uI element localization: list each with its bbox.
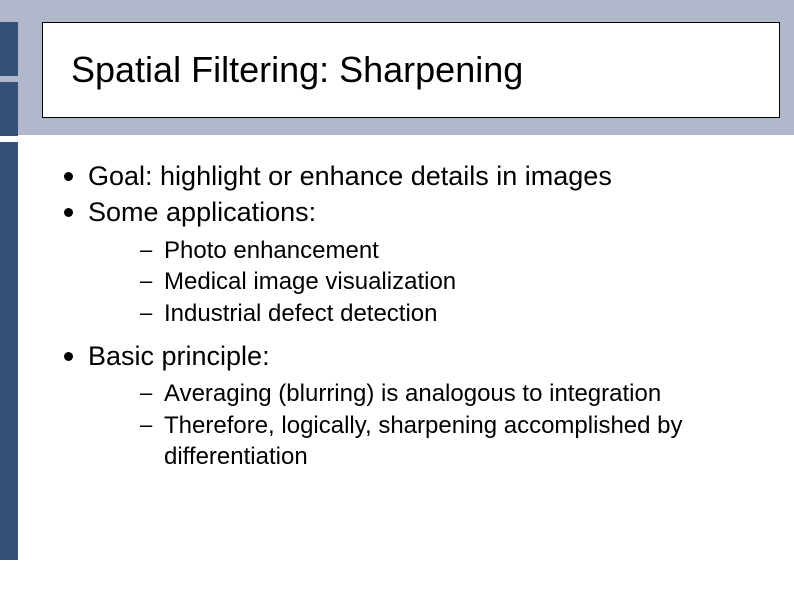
sub-list: Averaging (blurring) is analogous to int… [88,379,768,472]
bullet-text: Photo enhancement [164,237,379,264]
list-item: Some applications: Photo enhancement Med… [58,196,768,330]
slide: Spatial Filtering: Sharpening Goal: high… [0,0,794,595]
rail-segment [0,142,18,560]
bullet-list: Goal: highlight or enhance details in im… [58,160,768,473]
bullet-text: Goal: highlight or enhance details in im… [88,161,612,191]
list-item: Industrial defect detection [140,299,768,330]
list-item: Therefore, logically, sharpening accompl… [140,411,768,472]
content-area: Goal: highlight or enhance details in im… [58,160,768,483]
rail-segment [0,22,18,76]
list-item: Goal: highlight or enhance details in im… [58,160,768,194]
bullet-text: Therefore, logically, sharpening accompl… [164,412,683,470]
bullet-text: Averaging (blurring) is analogous to int… [164,380,661,407]
list-item: Averaging (blurring) is analogous to int… [140,379,768,410]
sub-list: Photo enhancement Medical image visualiz… [88,236,768,330]
rail-segment [0,82,18,136]
bullet-text: Medical image visualization [164,268,456,295]
list-item: Photo enhancement [140,236,768,267]
left-rail [0,0,18,595]
bullet-text: Industrial defect detection [164,300,438,327]
page-title: Spatial Filtering: Sharpening [71,49,523,91]
list-item: Basic principle: Averaging (blurring) is… [58,340,768,473]
list-item: Medical image visualization [140,267,768,298]
bullet-text: Basic principle: [88,341,270,371]
bullet-text: Some applications: [88,197,316,227]
title-box: Spatial Filtering: Sharpening [42,22,780,118]
